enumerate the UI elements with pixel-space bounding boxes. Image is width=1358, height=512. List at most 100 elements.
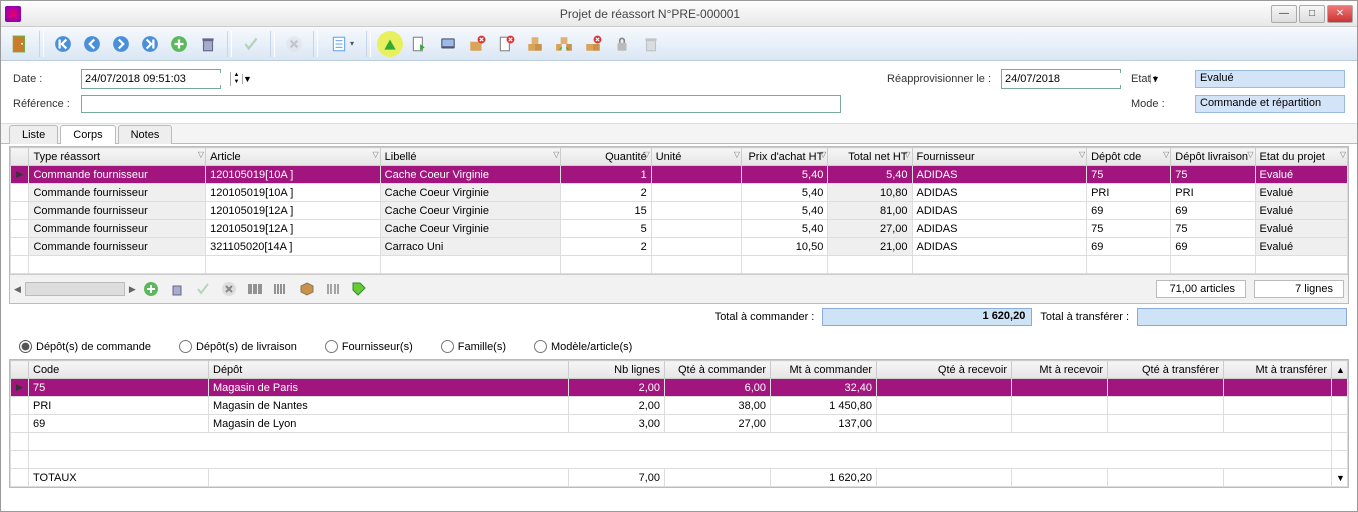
- maximize-button[interactable]: □: [1299, 5, 1325, 23]
- cancel-icon[interactable]: [281, 31, 307, 57]
- radio-fournisseur[interactable]: Fournisseur(s): [325, 340, 413, 353]
- col2-code[interactable]: Code: [29, 361, 209, 379]
- delete-row-icon[interactable]: [166, 278, 188, 300]
- totals-bar: Total à commander : 1 620,20 Total à tra…: [1, 304, 1357, 330]
- col2-depot[interactable]: Dépôt: [209, 361, 569, 379]
- main-toolbar: [1, 27, 1357, 61]
- table-row[interactable]: Commande fournisseur120105019[10A ]Cache…: [11, 166, 1348, 184]
- app-icon: [5, 6, 21, 22]
- main-grid: Type réassort▽ Article▽ Libellé▽ Quantit…: [9, 146, 1349, 304]
- col2-qtr[interactable]: Qté à transférer: [1108, 361, 1224, 379]
- table-row[interactable]: 69Magasin de Lyon3,0027,00137,00: [11, 415, 1348, 433]
- date-input[interactable]: ▲▼ ▼: [81, 69, 221, 89]
- date-field[interactable]: [82, 73, 230, 85]
- radio-modele[interactable]: Modèle/article(s): [534, 340, 632, 353]
- boxes-cancel-icon[interactable]: [580, 31, 606, 57]
- cube-icon[interactable]: [296, 278, 318, 300]
- door-exit-icon[interactable]: [7, 31, 33, 57]
- col2-mrec[interactable]: Mt à recevoir: [1012, 361, 1108, 379]
- ref-label: Référence :: [13, 98, 71, 110]
- delete-icon[interactable]: [195, 31, 221, 57]
- close-button[interactable]: ✕: [1327, 5, 1353, 23]
- date-spin-down[interactable]: ▼: [230, 79, 242, 86]
- radio-depot-cde[interactable]: Dépôt(s) de commande: [19, 340, 151, 353]
- date-spin-up[interactable]: ▲: [230, 72, 242, 79]
- minimize-button[interactable]: —: [1271, 5, 1297, 23]
- etat-value: Evalué: [1195, 70, 1345, 88]
- table-row[interactable]: Commande fournisseur120105019[10A ]Cache…: [11, 184, 1348, 202]
- boxes-icon[interactable]: [522, 31, 548, 57]
- col-fourn[interactable]: Fournisseur▽: [912, 148, 1087, 166]
- grid2-scroll-down[interactable]: ▼: [1332, 469, 1348, 487]
- barcode2-icon[interactable]: [270, 278, 292, 300]
- nav-next-icon[interactable]: [108, 31, 134, 57]
- validate-icon[interactable]: [238, 31, 264, 57]
- evaluate-icon[interactable]: [377, 31, 403, 57]
- terminal-icon[interactable]: [435, 31, 461, 57]
- tabs: Liste Corps Notes: [1, 124, 1357, 144]
- grouping-radios: Dépôt(s) de commande Dépôt(s) de livrais…: [1, 330, 1357, 359]
- col2-mtr[interactable]: Mt à transférer: [1224, 361, 1332, 379]
- tab-notes[interactable]: Notes: [118, 125, 173, 144]
- col-total[interactable]: Total net HT▽: [828, 148, 912, 166]
- articles-count: 71,00 articles: [1156, 280, 1246, 298]
- nav-prev-icon[interactable]: [79, 31, 105, 57]
- col-type[interactable]: Type réassort▽: [29, 148, 206, 166]
- table-row[interactable]: Commande fournisseur120105019[12A ]Cache…: [11, 202, 1348, 220]
- grid-footer: ◀ ▶ 71,00 articles 7 lignes: [10, 274, 1348, 303]
- grid2-totals-label: TOTAUX: [29, 469, 209, 487]
- boxes-split-icon[interactable]: [551, 31, 577, 57]
- table-row[interactable]: PRIMagasin de Nantes2,0038,001 450,80: [11, 397, 1348, 415]
- table-row[interactable]: Commande fournisseur120105019[12A ]Cache…: [11, 220, 1348, 238]
- radio-famille[interactable]: Famille(s): [441, 340, 506, 353]
- grid2-scroll-up[interactable]: ▲: [1332, 361, 1348, 379]
- lock-icon[interactable]: [609, 31, 635, 57]
- col-depot-liv[interactable]: Dépôt livraison▽: [1171, 148, 1255, 166]
- h-scrollbar[interactable]: [25, 282, 125, 296]
- box-cancel-icon[interactable]: [464, 31, 490, 57]
- col2-mcmd[interactable]: Mt à commander: [771, 361, 877, 379]
- cancel-row-icon[interactable]: [218, 278, 240, 300]
- document-menu-icon[interactable]: [324, 31, 360, 57]
- reapprov-field[interactable]: [1002, 73, 1150, 85]
- col-unite[interactable]: Unité▽: [651, 148, 741, 166]
- add-icon[interactable]: [166, 31, 192, 57]
- add-row-icon[interactable]: [140, 278, 162, 300]
- trash-icon[interactable]: [638, 31, 664, 57]
- scroll-left-icon[interactable]: ◀: [14, 284, 21, 295]
- nav-last-icon[interactable]: [137, 31, 163, 57]
- reapprov-label: Réapprovisionner le :: [887, 73, 991, 85]
- tab-liste[interactable]: Liste: [9, 125, 58, 144]
- filter-icon[interactable]: ▽: [198, 150, 204, 159]
- table-row[interactable]: 75Magasin de Paris2,006,0032,40: [11, 379, 1348, 397]
- barcode3-icon[interactable]: [322, 278, 344, 300]
- radio-depot-liv[interactable]: Dépôt(s) de livraison: [179, 340, 297, 353]
- titlebar: Projet de réassort N°PRE-000001 — □ ✕: [1, 1, 1357, 27]
- ref-input[interactable]: [81, 95, 841, 113]
- doc-arrow-icon[interactable]: [406, 31, 432, 57]
- reapprov-input[interactable]: ▼: [1001, 69, 1121, 89]
- col2-qrec[interactable]: Qté à recevoir: [877, 361, 1012, 379]
- table-row[interactable]: Commande fournisseur321105020[14A ]Carra…: [11, 238, 1348, 256]
- grid2-row-selector-header[interactable]: [11, 361, 29, 379]
- col-libelle[interactable]: Libellé▽: [380, 148, 561, 166]
- col-prix[interactable]: Prix d'achat HT▽: [742, 148, 828, 166]
- col-etat[interactable]: Etat du projet▽: [1255, 148, 1348, 166]
- barcode1-icon[interactable]: [244, 278, 266, 300]
- grid-row-selector-header[interactable]: [11, 148, 29, 166]
- doc-cancel-icon[interactable]: [493, 31, 519, 57]
- scroll-right-icon[interactable]: ▶: [129, 284, 136, 295]
- col-depot-cde[interactable]: Dépôt cde▽: [1087, 148, 1171, 166]
- col-qte[interactable]: Quantité▽: [561, 148, 651, 166]
- col-article[interactable]: Article▽: [206, 148, 381, 166]
- validate-row-icon[interactable]: [192, 278, 214, 300]
- date-dropdown-icon[interactable]: ▼: [242, 74, 252, 84]
- tab-corps[interactable]: Corps: [60, 125, 115, 144]
- summary-grid: Code Dépôt Nb lignes Qté à commander Mt …: [9, 359, 1349, 488]
- total-cmd-value: 1 620,20: [822, 308, 1032, 326]
- col2-nb[interactable]: Nb lignes: [569, 361, 665, 379]
- col2-qcmd[interactable]: Qté à commander: [665, 361, 771, 379]
- grid2-totals-row: TOTAUX 7,00 1 620,20 ▼: [11, 469, 1348, 487]
- nav-first-icon[interactable]: [50, 31, 76, 57]
- tag-icon[interactable]: [348, 278, 370, 300]
